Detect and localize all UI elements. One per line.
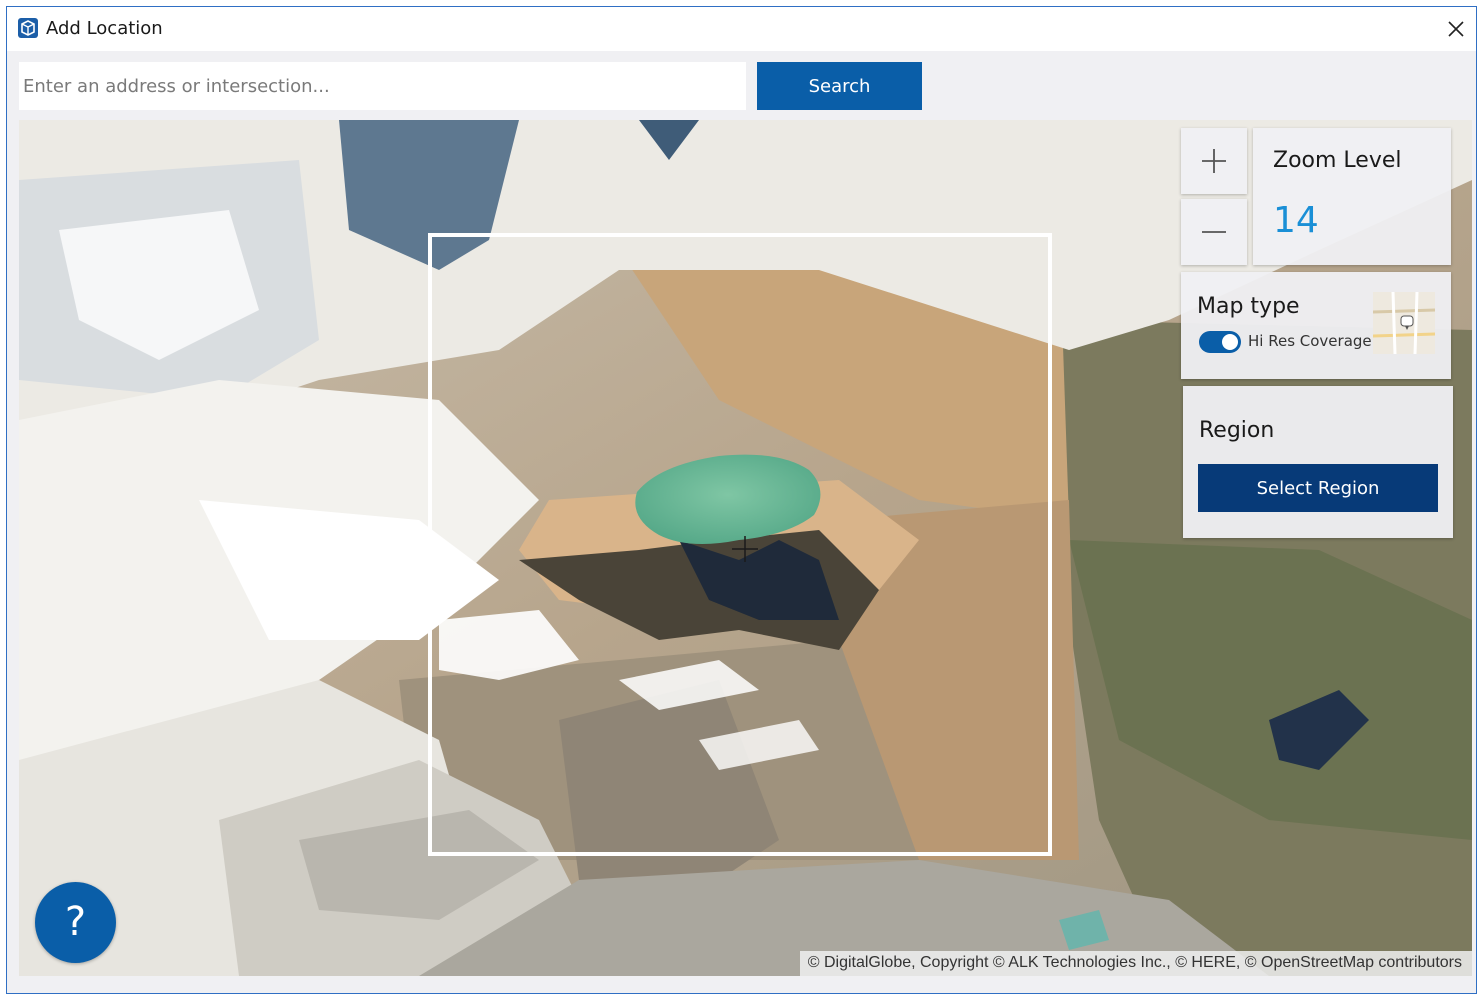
toggle-knob [1222, 334, 1238, 350]
region-label: Region [1199, 418, 1275, 443]
help-button[interactable]: ? [35, 882, 116, 963]
map-type-panel: Map type Hi Res Coverage [1181, 272, 1451, 379]
hi-res-coverage-label: Hi Res Coverage [1248, 332, 1372, 350]
add-location-window: Add Location Search [6, 6, 1477, 994]
crosshair-icon [732, 536, 758, 562]
close-button[interactable] [1440, 13, 1472, 45]
map-type-label: Map type [1197, 294, 1300, 319]
zoom-level-value: 14 [1273, 200, 1319, 241]
zoom-level-panel: Zoom Level 14 [1253, 128, 1451, 265]
street-map-thumbnail-icon[interactable] [1373, 292, 1435, 354]
hi-res-coverage-toggle[interactable] [1199, 331, 1241, 353]
close-icon [1448, 21, 1464, 37]
zoom-in-button[interactable] [1181, 128, 1247, 194]
zoom-level-label: Zoom Level [1273, 148, 1402, 173]
app-logo-icon [18, 18, 38, 38]
search-button[interactable]: Search [757, 62, 922, 110]
title-bar: Add Location [7, 7, 1476, 51]
zoom-out-button[interactable] [1181, 199, 1247, 265]
map-view[interactable]: Zoom Level 14 Map type Hi Res Coverage R… [19, 120, 1472, 976]
region-panel: Region Select Region [1183, 386, 1453, 538]
address-search-input[interactable] [19, 62, 746, 110]
window-title: Add Location [46, 18, 163, 39]
map-attribution: © DigitalGlobe, Copyright © ALK Technolo… [799, 951, 1472, 976]
plus-icon [1202, 149, 1226, 173]
select-region-button[interactable]: Select Region [1198, 464, 1438, 512]
minus-icon [1202, 231, 1226, 233]
